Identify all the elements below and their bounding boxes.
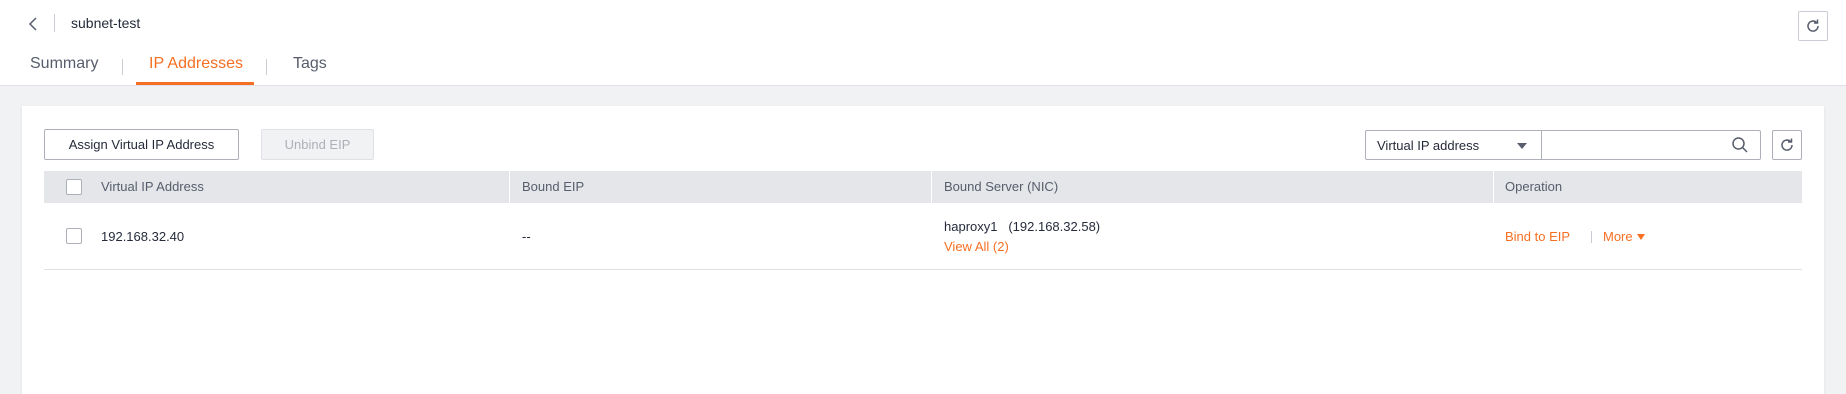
search-divider <box>1541 137 1542 153</box>
filter-select[interactable]: Virtual IP address <box>1365 130 1541 160</box>
bound-eip-cell: -- <box>522 229 531 244</box>
bind-to-eip-link[interactable]: Bind to EIP <box>1505 229 1570 245</box>
unbind-eip-button[interactable]: Unbind EIP <box>261 129 374 160</box>
column-header-operation: Operation <box>1505 179 1563 194</box>
active-tab-indicator <box>136 82 254 85</box>
tab-tags[interactable]: Tags <box>293 52 327 86</box>
chevron-left-icon <box>28 17 37 31</box>
back-button[interactable] <box>26 14 42 34</box>
select-all-checkbox[interactable] <box>66 179 82 195</box>
table-refresh-button[interactable] <box>1772 130 1802 160</box>
column-divider <box>1493 171 1494 203</box>
more-dropdown[interactable]: More <box>1591 229 1645 245</box>
virtual-ip-cell: 192.168.32.40 <box>101 229 185 244</box>
search-input[interactable] <box>1541 130 1761 160</box>
tab-separator <box>122 59 123 75</box>
caret-down-icon <box>1636 234 1645 240</box>
refresh-icon <box>1781 138 1793 151</box>
table-header: Virtual IP Address Bound EIP Bound Serve… <box>44 171 1802 203</box>
column-header-bound-server[interactable]: Bound Server (NIC) <box>944 171 1058 203</box>
page-title: subnet-test <box>71 15 141 31</box>
title-divider <box>54 14 55 32</box>
table-row: 192.168.32.40 -- haproxy1 (192.168.32.58… <box>44 203 1802 270</box>
filter-select-value: Virtual IP address <box>1377 137 1480 153</box>
tab-summary[interactable]: Summary <box>30 52 98 86</box>
page-header: subnet-test <box>0 0 1846 86</box>
bound-server-cell: haproxy1 (192.168.32.58) <box>944 219 1100 235</box>
page-refresh-button[interactable] <box>1798 11 1828 41</box>
assign-virtual-ip-button[interactable]: Assign Virtual IP Address <box>44 129 239 160</box>
column-header-virtual-ip[interactable]: Virtual IP Address <box>101 171 204 203</box>
column-header-bound-eip[interactable]: Bound EIP <box>522 171 584 203</box>
tab-separator <box>266 59 267 75</box>
search-icon[interactable] <box>1731 136 1749 154</box>
tab-ip-addresses[interactable]: IP Addresses <box>149 52 243 86</box>
column-divider <box>509 171 510 203</box>
column-divider <box>931 171 932 203</box>
row-checkbox[interactable] <box>66 228 82 244</box>
more-label: More <box>1603 229 1633 244</box>
caret-down-icon <box>1517 143 1527 149</box>
refresh-icon <box>1807 19 1819 32</box>
server-ip: (192.168.32.58) <box>1008 219 1101 234</box>
view-all-link[interactable]: View All (2) <box>944 239 1009 255</box>
server-name: haproxy1 <box>944 219 998 234</box>
